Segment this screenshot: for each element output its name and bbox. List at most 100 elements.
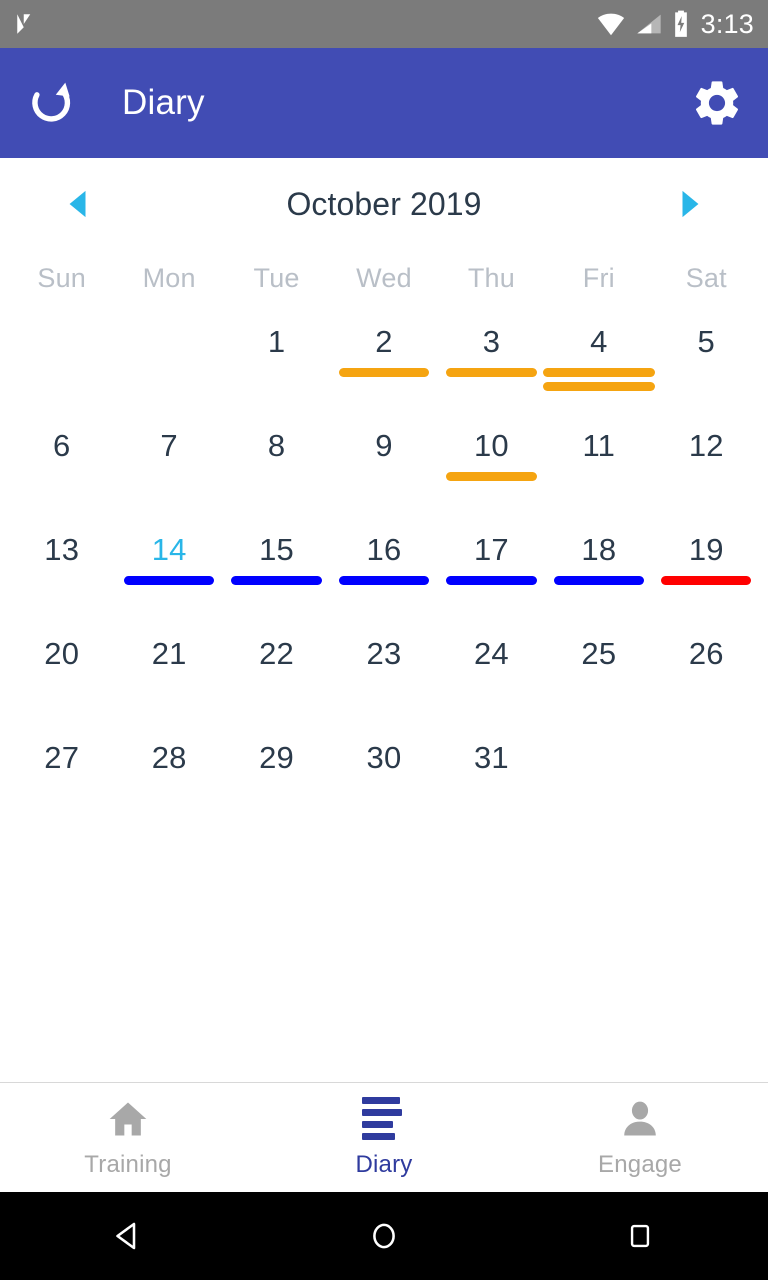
day-marker-stack: [330, 576, 437, 585]
day-number: 26: [688, 636, 724, 671]
day-marker-blue: [446, 576, 537, 585]
calendar-day-19[interactable]: 19: [653, 524, 760, 628]
tab-training[interactable]: Training: [0, 1083, 256, 1192]
calendar-day-7[interactable]: 7: [115, 420, 222, 524]
calendar-day-31[interactable]: 31: [438, 732, 545, 836]
day-number: 13: [44, 532, 80, 567]
day-number: 10: [473, 428, 509, 463]
weekday-label-sat: Sat: [685, 262, 727, 293]
chevron-right-icon: [682, 190, 699, 218]
calendar-day-14[interactable]: 14: [115, 524, 222, 628]
calendar-day-empty: [545, 732, 652, 836]
page-title: Diary: [122, 83, 205, 122]
day-number: 29: [259, 740, 294, 775]
app-bar: Diary: [0, 48, 768, 158]
day-number: 27: [44, 740, 80, 775]
day-number: 18: [581, 532, 617, 567]
settings-button[interactable]: [688, 74, 746, 132]
weekday-label-thu: Thu: [467, 262, 515, 293]
status-bar-right: 3:13: [596, 10, 754, 38]
calendar-day-5[interactable]: 5: [653, 316, 760, 420]
calendar-day-21[interactable]: 21: [115, 628, 222, 732]
weekday-label-sun: Sun: [37, 262, 87, 293]
day-marker-stack: [438, 472, 545, 481]
calendar-day-26[interactable]: 26: [653, 628, 760, 732]
calendar-day-24[interactable]: 24: [438, 628, 545, 732]
day-number: 14: [151, 532, 187, 567]
month-header: October 2019: [0, 158, 768, 250]
day-marker-stack: [438, 368, 545, 377]
day-number: 28: [151, 740, 187, 775]
calendar-day-3[interactable]: 3: [438, 316, 545, 420]
calendar-day-empty: [8, 316, 115, 420]
square-icon: [630, 1224, 650, 1248]
calendar-day-2[interactable]: 2: [330, 316, 437, 420]
calendar-day-6[interactable]: 6: [8, 420, 115, 524]
calendar-day-12[interactable]: 12: [653, 420, 760, 524]
day-marker-orange: [543, 382, 655, 391]
day-number: 6: [52, 428, 71, 463]
day-marker-stack: [545, 576, 652, 585]
month-title: October 2019: [286, 185, 482, 222]
weekday-label-mon: Mon: [142, 262, 196, 293]
home-icon: [106, 1097, 150, 1141]
calendar-day-4[interactable]: 4: [543, 316, 655, 420]
day-marker-stack: [438, 576, 545, 585]
next-month-button[interactable]: [668, 182, 712, 226]
tab-label-training: Training: [84, 1150, 172, 1178]
calendar-day-22[interactable]: 22: [223, 628, 330, 732]
tab-label-engage: Engage: [598, 1150, 682, 1178]
calendar-empty-space: [0, 836, 768, 1082]
chevron-left-icon: [69, 190, 86, 218]
day-marker-stack: [543, 368, 655, 391]
day-marker-stack: [653, 576, 760, 585]
weekday-label-fri: Fri: [582, 262, 615, 293]
day-number: 20: [44, 636, 80, 671]
calendar-day-13[interactable]: 13: [8, 524, 115, 628]
day-number: 30: [366, 740, 402, 775]
calendar-day-17[interactable]: 17: [438, 524, 545, 628]
app-notification-icon: [17, 14, 31, 34]
calendar-day-8[interactable]: 8: [223, 420, 330, 524]
person-icon: [618, 1097, 662, 1141]
calendar-day-15[interactable]: 15: [223, 524, 330, 628]
day-marker-stack: [115, 576, 222, 585]
calendar-day-9[interactable]: 9: [330, 420, 437, 524]
calendar-content: October 2019 Sun Mon Tue Wed Thu Fri Sat 12345…: [0, 158, 768, 1082]
calendar-day-11[interactable]: 11: [545, 420, 652, 524]
weekday-label-tue: Tue: [253, 262, 300, 293]
day-number: 8: [267, 428, 286, 463]
calendar-day-25[interactable]: 25: [545, 628, 652, 732]
calendar-day-16[interactable]: 16: [330, 524, 437, 628]
calendar-day-18[interactable]: 18: [545, 524, 652, 628]
weekday-label-wed: Wed: [356, 262, 412, 293]
phone-screen: 3:13 Diary October 2019 Sun Mon Tue Wed …: [0, 0, 768, 1280]
tab-diary[interactable]: Diary: [256, 1083, 512, 1192]
calendar-day-30[interactable]: 30: [330, 732, 437, 836]
calendar-day-23[interactable]: 23: [330, 628, 437, 732]
calendar-day-20[interactable]: 20: [8, 628, 115, 732]
previous-month-button[interactable]: [56, 182, 100, 226]
day-number: 5: [697, 324, 715, 359]
day-marker-orange: [338, 368, 430, 377]
home-button[interactable]: [256, 1218, 512, 1254]
refresh-button[interactable]: [22, 74, 80, 132]
battery-charging-icon: [674, 10, 687, 37]
circle-icon: [373, 1223, 395, 1249]
refresh-icon: [32, 82, 71, 122]
calendar-day-29[interactable]: 29: [223, 732, 330, 836]
list-icon: [362, 1097, 406, 1141]
back-button[interactable]: [0, 1218, 256, 1254]
calendar-day-27[interactable]: 27: [8, 732, 115, 836]
calendar-day-10[interactable]: 10: [438, 420, 545, 524]
day-marker-blue: [124, 576, 215, 585]
day-number: 21: [151, 636, 187, 671]
cellular-signal-icon: [636, 14, 661, 34]
tab-engage[interactable]: Engage: [512, 1083, 768, 1192]
day-number: 7: [160, 428, 178, 463]
recents-button[interactable]: [512, 1219, 768, 1253]
calendar-day-28[interactable]: 28: [115, 732, 222, 836]
day-marker-stack: [223, 576, 330, 585]
day-number: 25: [581, 636, 617, 671]
calendar-day-1[interactable]: 1: [223, 316, 330, 420]
